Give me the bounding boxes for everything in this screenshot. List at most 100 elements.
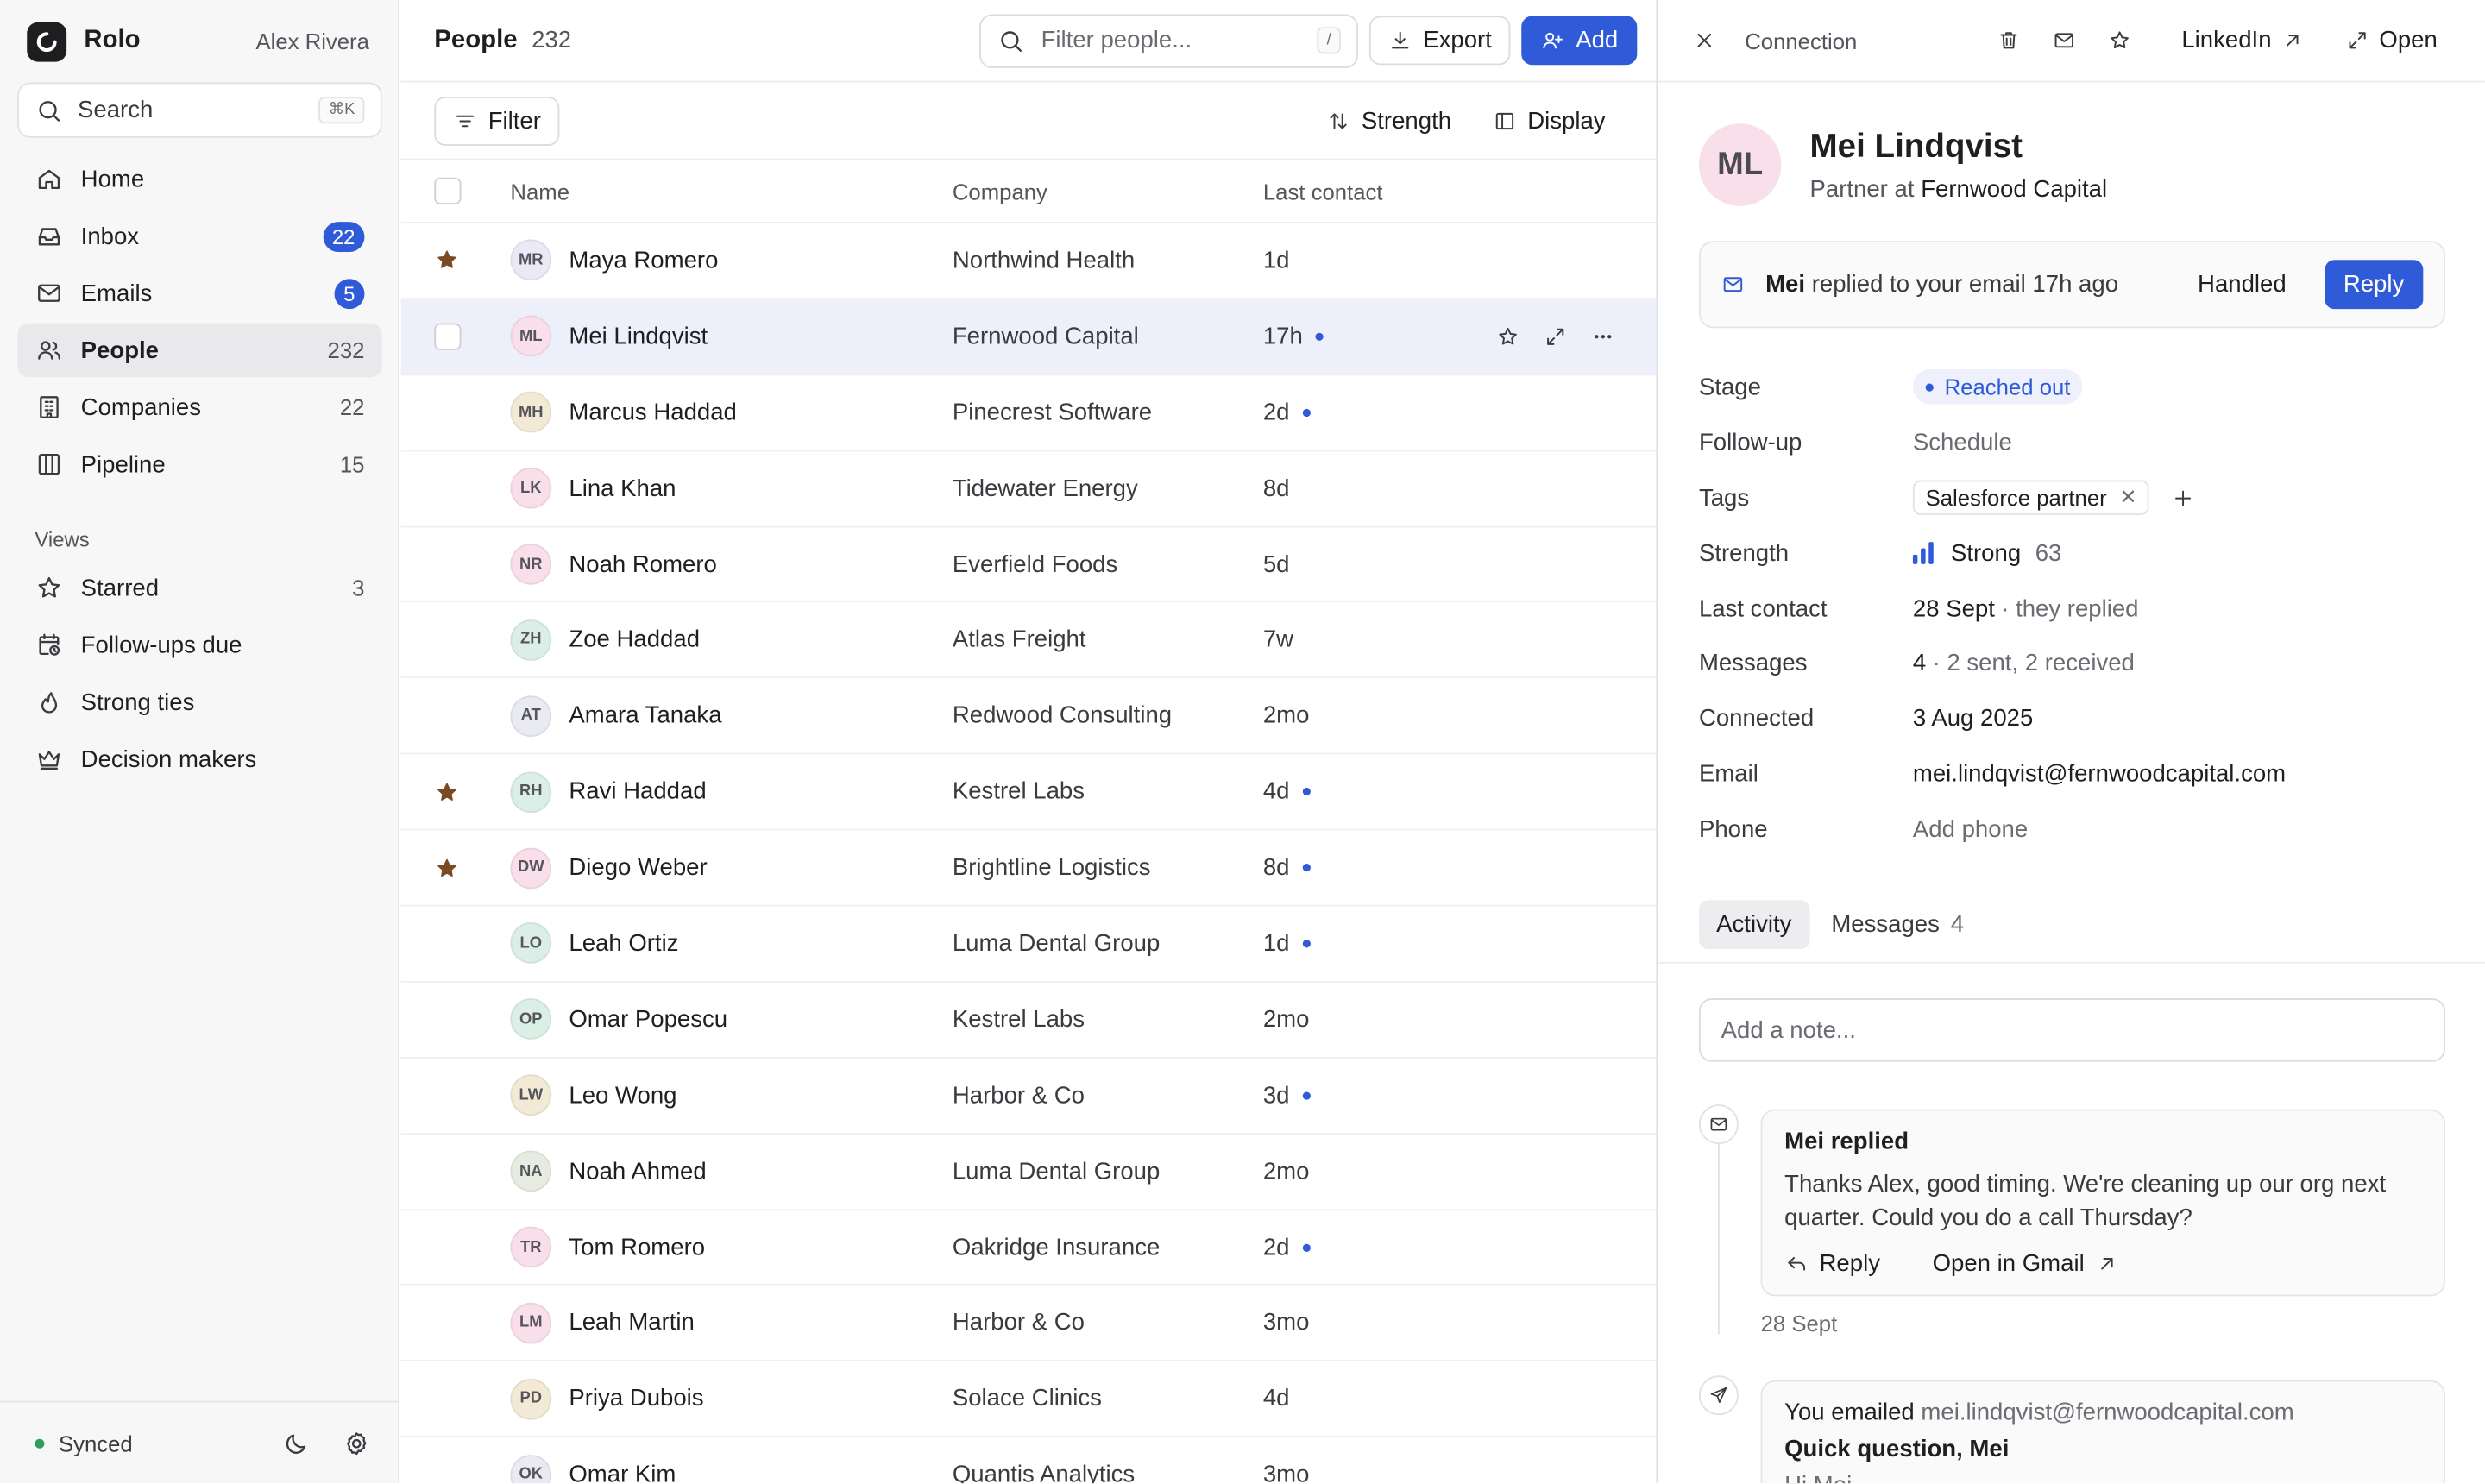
sidebar-item-companies[interactable]: Companies 22 <box>17 380 381 434</box>
email-button[interactable] <box>2052 28 2076 53</box>
mark-handled-button[interactable]: Handled <box>2198 271 2287 298</box>
schedule-follow-up-button[interactable]: Schedule <box>1913 429 2012 456</box>
export-button[interactable]: Export <box>1368 16 1511 66</box>
open-full-button[interactable]: Open <box>2346 27 2447 53</box>
row-star-button[interactable] <box>1496 324 1520 349</box>
person-name[interactable]: Maya Romero <box>569 247 718 274</box>
table-row[interactable]: LW Leo Wong Harbor & Co 3d <box>400 1059 1657 1135</box>
sidebar-item-strong-ties[interactable]: Strong ties <box>17 675 381 728</box>
person-name[interactable]: Marcus Haddad <box>569 399 736 425</box>
table-row[interactable]: NA Noah Ahmed Luma Dental Group 2mo <box>400 1135 1657 1210</box>
person-name[interactable]: Noah Romero <box>569 550 717 577</box>
add-tag-button[interactable] <box>2172 486 2196 510</box>
column-header-last-contact[interactable]: Last contact <box>1263 179 1657 204</box>
company-cell[interactable]: Harbor & Co <box>953 1082 1263 1109</box>
person-name[interactable]: Ravi Haddad <box>569 778 706 805</box>
sidebar-item-starred[interactable]: Starred 3 <box>17 561 381 614</box>
person-name[interactable]: Omar Kim <box>569 1462 676 1483</box>
select-all-checkbox[interactable] <box>434 177 462 204</box>
stage-pill[interactable]: Reached out <box>1912 369 2084 406</box>
column-header-company[interactable]: Company <box>953 179 1263 204</box>
company-cell[interactable]: Oakridge Insurance <box>953 1234 1263 1261</box>
tag-chip[interactable]: Salesforce partner ✕ <box>1912 480 2150 516</box>
table-row[interactable]: LO Leah Ortiz Luma Dental Group 1d <box>400 907 1657 983</box>
sidebar-item-pipeline[interactable]: Pipeline 15 <box>17 437 381 491</box>
tab-messages[interactable]: Messages 4 <box>1814 900 1981 949</box>
table-row[interactable]: LM Leah Martin Harbor & Co 3mo <box>400 1286 1657 1362</box>
sidebar-item-home[interactable]: Home <box>17 152 381 205</box>
theme-toggle-button[interactable] <box>282 1429 311 1457</box>
tab-activity[interactable]: Activity <box>1698 900 1809 950</box>
delete-button[interactable] <box>1996 28 2020 53</box>
person-name[interactable]: Tom Romero <box>569 1234 705 1261</box>
display-options-button[interactable]: Display <box>1493 107 1606 134</box>
row-more-button[interactable] <box>1591 324 1615 349</box>
company-cell[interactable]: Northwind Health <box>953 247 1263 274</box>
sidebar-item-emails[interactable]: Emails 5 <box>17 267 381 320</box>
table-row[interactable]: PD Priya Dubois Solace Clinics 4d <box>400 1361 1657 1438</box>
person-name[interactable]: Leah Ortiz <box>569 930 678 957</box>
add-note-input[interactable]: Add a note... <box>1698 998 2446 1062</box>
company-cell[interactable]: Redwood Consulting <box>953 702 1263 729</box>
table-row[interactable]: TR Tom Romero Oakridge Insurance 2d <box>400 1210 1657 1286</box>
table-row[interactable]: AT Amara Tanaka Redwood Consulting 2mo <box>400 679 1657 755</box>
company-cell[interactable]: Kestrel Labs <box>953 778 1263 805</box>
company-cell[interactable]: Luma Dental Group <box>953 930 1263 957</box>
add-person-button[interactable]: Add <box>1521 16 1638 66</box>
company-cell[interactable]: Solace Clinics <box>953 1386 1263 1412</box>
row-expand-button[interactable] <box>1544 324 1568 349</box>
person-name[interactable]: Leah Martin <box>569 1310 695 1336</box>
sidebar-item-inbox[interactable]: Inbox 22 <box>17 209 381 262</box>
row-checkbox[interactable] <box>434 323 462 350</box>
person-name[interactable]: Priya Dubois <box>569 1386 703 1412</box>
company-cell[interactable]: Kestrel Labs <box>953 1006 1263 1033</box>
settings-button[interactable] <box>343 1429 371 1457</box>
table-row[interactable]: RH Ravi Haddad Kestrel Labs 4d <box>400 755 1657 831</box>
table-row[interactable]: OK Omar Kim Quantis Analytics 3mo <box>401 1437 1657 1484</box>
sidebar-item-people[interactable]: People 232 <box>17 323 382 378</box>
starred-icon[interactable] <box>434 248 459 273</box>
company-cell[interactable]: Atlas Freight <box>953 626 1263 653</box>
company-cell[interactable]: Everfield Foods <box>953 550 1263 577</box>
table-row[interactable]: OP Omar Popescu Kestrel Labs 2mo <box>400 983 1657 1059</box>
email-value[interactable]: mei.lindqvist@fernwoodcapital.com <box>1913 761 2286 788</box>
starred-icon[interactable] <box>434 779 459 804</box>
linkedin-link[interactable]: LinkedIn <box>2172 27 2305 53</box>
user-menu[interactable]: Alex Rivera <box>255 28 368 53</box>
table-row[interactable]: MH Marcus Haddad Pinecrest Software 2d <box>400 375 1657 451</box>
company-link[interactable]: Fernwood Capital <box>1921 175 2107 202</box>
company-cell[interactable]: Brightline Logistics <box>953 854 1263 881</box>
company-cell[interactable]: Pinecrest Software <box>953 399 1263 425</box>
table-row[interactable]: NR Noah Romero Everfield Foods 5d <box>400 527 1657 603</box>
remove-tag-icon[interactable]: ✕ <box>2119 485 2136 510</box>
sidebar-item-decision-makers[interactable]: Decision makers <box>17 733 381 786</box>
table-row[interactable]: DW Diego Weber Brightline Logistics 8d <box>400 831 1657 907</box>
table-row[interactable]: LK Lina Khan Tidewater Energy 8d <box>400 451 1657 527</box>
person-name[interactable]: Omar Popescu <box>569 1006 727 1033</box>
close-detail-button[interactable] <box>1693 28 1717 53</box>
table-row[interactable]: ML Mei Lindqvist Fernwood Capital 17h <box>400 299 1657 375</box>
company-cell[interactable]: Harbor & Co <box>953 1310 1263 1336</box>
company-cell[interactable]: Luma Dental Group <box>953 1158 1263 1185</box>
filter-button[interactable]: Filter <box>434 96 560 146</box>
column-header-name[interactable]: Name <box>510 179 952 204</box>
company-cell[interactable]: Fernwood Capital <box>953 323 1263 349</box>
company-cell[interactable]: Quantis Analytics <box>953 1462 1263 1483</box>
person-name[interactable]: Noah Ahmed <box>569 1158 706 1185</box>
sidebar-search[interactable]: Search ⌘K <box>17 82 382 138</box>
open-in-gmail-link[interactable]: Open in Gmail <box>1933 1250 2120 1277</box>
star-toggle-button[interactable] <box>2107 28 2131 53</box>
sort-strength-button[interactable]: Strength <box>1326 107 1451 134</box>
sidebar-item-follow-ups[interactable]: Follow-ups due <box>17 618 381 671</box>
person-name[interactable]: Amara Tanaka <box>569 702 721 729</box>
table-row[interactable]: ZH Zoe Haddad Atlas Freight 7w <box>400 603 1657 679</box>
table-row[interactable]: MR Maya Romero Northwind Health 1d <box>400 223 1657 299</box>
brand[interactable]: Rolo <box>27 21 141 62</box>
starred-icon[interactable] <box>434 855 459 880</box>
person-name[interactable]: Diego Weber <box>569 854 707 881</box>
reply-button[interactable]: Reply <box>2324 260 2424 310</box>
add-phone-button[interactable]: Add phone <box>1913 816 2028 843</box>
person-name[interactable]: Mei Lindqvist <box>569 323 708 349</box>
company-cell[interactable]: Tidewater Energy <box>953 475 1263 501</box>
person-name[interactable]: Lina Khan <box>569 475 676 501</box>
